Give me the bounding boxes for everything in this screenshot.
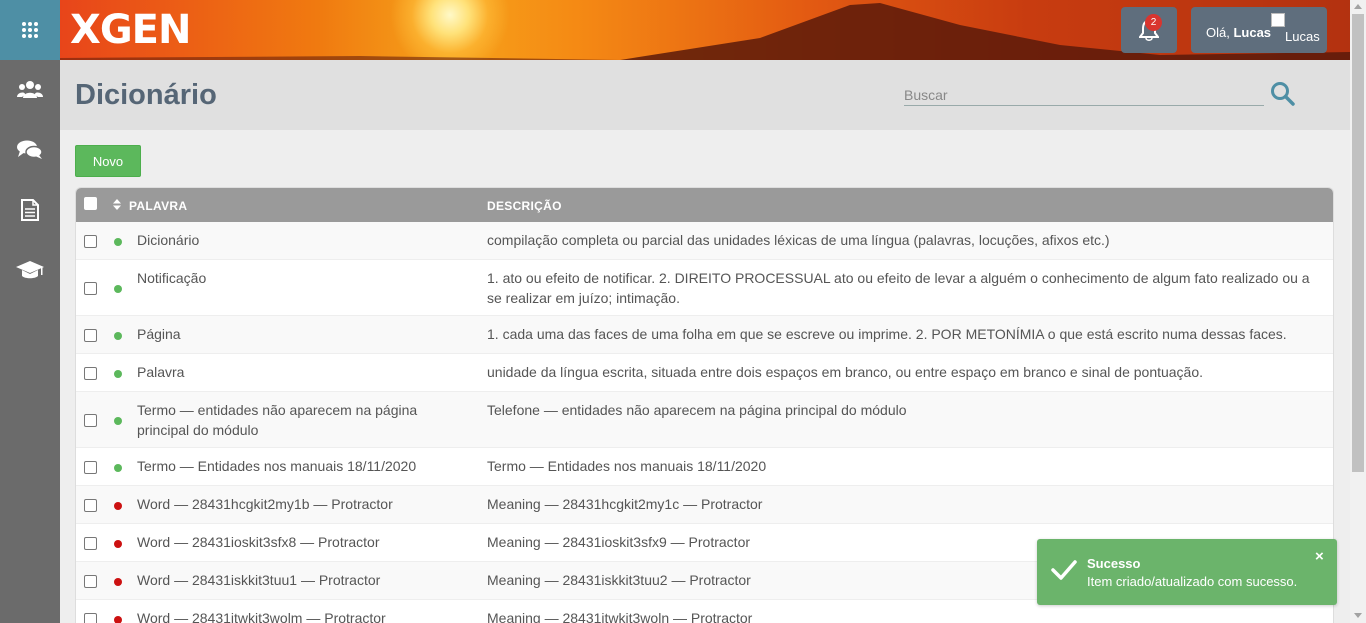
avatar: Lucas — [1271, 13, 1325, 49]
status-dot — [114, 464, 122, 472]
table-header: PALAVRA DESCRIÇÃO — [76, 188, 1333, 222]
status-dot — [114, 238, 122, 246]
cell-word[interactable]: Word — 28431iskkit3tuu1 — Protractor — [137, 570, 457, 590]
cell-word[interactable]: Dicionário — [137, 230, 457, 250]
row-checkbox[interactable] — [84, 414, 97, 427]
row-checkbox[interactable] — [84, 575, 97, 588]
cell-word[interactable]: Palavra — [137, 362, 457, 382]
scroll-up-arrow-icon[interactable] — [1354, 4, 1362, 9]
status-dot — [114, 417, 122, 425]
status-dot — [114, 285, 122, 293]
search-input[interactable] — [904, 84, 1264, 106]
sidebar-item-chat[interactable] — [0, 120, 60, 180]
user-name: Lucas — [1233, 25, 1272, 40]
cell-word[interactable]: Word — 28431ioskit3sfx8 — Protractor — [137, 532, 457, 552]
column-header-description: DESCRIÇÃO — [487, 199, 562, 213]
row-checkbox[interactable] — [84, 537, 97, 550]
apps-grid-icon — [22, 22, 38, 38]
status-dot — [114, 332, 122, 340]
sidebar-item-users[interactable] — [0, 60, 60, 120]
status-dot — [114, 540, 122, 548]
page-scrollbar[interactable] — [1350, 0, 1366, 623]
toast-message: Item criado/atualizado com sucesso. — [1087, 574, 1298, 589]
cell-description: 1. cada uma das faces de uma folha em qu… — [487, 326, 1287, 342]
top-header: XGEN 2 Olá, Lucas Lucas — [60, 0, 1350, 60]
cell-word[interactable]: Word — 28431hcgkit2my1b — Protractor — [137, 494, 457, 514]
user-menu-button[interactable]: Olá, Lucas Lucas — [1191, 7, 1327, 53]
cell-description: unidade da língua escrita, situada entre… — [487, 364, 1204, 380]
sort-icon[interactable] — [113, 199, 121, 210]
scrollbar-thumb[interactable] — [1352, 14, 1364, 472]
graduation-cap-icon — [16, 261, 44, 279]
apps-menu-button[interactable] — [0, 0, 60, 60]
sidebar-item-documents[interactable] — [0, 180, 60, 240]
status-dot — [114, 578, 122, 586]
page-title: Dicionário — [75, 79, 217, 111]
table-row[interactable]: Termo — Entidades nos manuais 18/11/2020… — [76, 448, 1333, 486]
table-row[interactable]: Palavra unidade da língua escrita, situad… — [76, 354, 1333, 392]
scroll-down-arrow-icon[interactable] — [1354, 613, 1362, 618]
cell-description: 1. ato ou efeito de notificar. 2. DIREIT… — [487, 270, 1310, 306]
avatar-alt-text: Lucas — [1285, 29, 1320, 44]
brand-logo[interactable]: XGEN — [70, 10, 191, 50]
column-header-word[interactable]: PALAVRA — [129, 199, 187, 213]
document-icon — [21, 199, 39, 221]
cell-description: Telefone — entidades não aparecem na pág… — [487, 402, 907, 418]
select-all-checkbox[interactable] — [84, 197, 97, 210]
row-checkbox[interactable] — [84, 235, 97, 248]
cell-word[interactable]: Termo — Entidades nos manuais 18/11/2020 — [137, 456, 457, 476]
user-greeting: Olá, Lucas — [1206, 25, 1272, 40]
new-button[interactable]: Novo — [75, 145, 141, 177]
row-checkbox[interactable] — [84, 282, 97, 295]
row-checkbox[interactable] — [84, 613, 97, 623]
row-checkbox[interactable] — [84, 499, 97, 512]
sidebar — [0, 0, 60, 623]
search-icon[interactable] — [1270, 81, 1296, 107]
check-icon — [1051, 560, 1077, 580]
row-checkbox[interactable] — [84, 461, 97, 474]
sidebar-item-courses[interactable] — [0, 240, 60, 300]
table-row[interactable]: Word — 28431hcgkit2my1b — Protractor Mean… — [76, 486, 1333, 524]
cell-word[interactable]: Word — 28431itwkit3wolm — Protractor — [137, 608, 457, 623]
row-checkbox[interactable] — [84, 329, 97, 342]
row-checkbox[interactable] — [84, 367, 97, 380]
close-icon[interactable]: × — [1315, 548, 1324, 565]
table-row[interactable]: Termo — entidades não aparecem na página… — [76, 392, 1333, 448]
cell-description: Meaning — 28431hcgkit2my1c — Protractor — [487, 496, 763, 512]
page-title-bar: Dicionário — [60, 60, 1350, 130]
table-row[interactable]: Dicionário compilação completa ou parcial… — [76, 222, 1333, 260]
cell-word[interactable]: Termo — entidades não aparecem na página… — [137, 400, 457, 440]
notifications-button[interactable]: 2 — [1121, 7, 1177, 53]
cell-word[interactable]: Página — [137, 324, 457, 344]
cell-description: Meaning — 28431itwkit3woln — Protractor — [487, 610, 753, 623]
table-row[interactable]: Notificação 1. ato ou efeito de notificar… — [76, 260, 1333, 316]
notification-count-badge: 2 — [1145, 14, 1162, 31]
chat-icon — [17, 140, 43, 159]
cell-word[interactable]: Notificação — [137, 268, 457, 288]
users-icon — [17, 81, 43, 98]
cell-description: compilação completa ou parcial das unida… — [487, 232, 1110, 248]
status-dot — [114, 616, 122, 623]
status-dot — [114, 502, 122, 510]
cell-description: Termo — Entidades nos manuais 18/11/2020 — [487, 458, 767, 474]
status-dot — [114, 370, 122, 378]
toast-title: Sucesso — [1087, 556, 1141, 571]
success-toast: Sucesso Item criado/atualizado com suces… — [1037, 539, 1337, 605]
broken-image-icon — [1271, 13, 1285, 27]
table-row[interactable]: Página 1. cada uma das faces de uma folha… — [76, 316, 1333, 354]
